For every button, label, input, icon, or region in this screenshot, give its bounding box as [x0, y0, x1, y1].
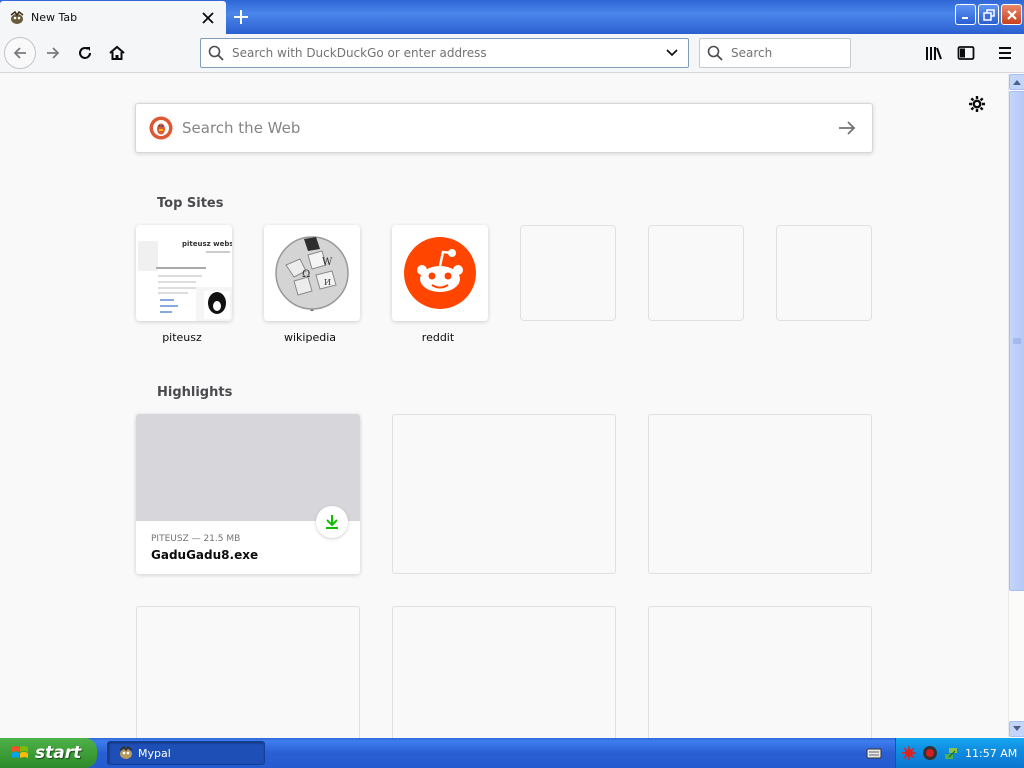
url-bar[interactable]: [200, 38, 689, 68]
vertical-scrollbar[interactable]: [1008, 74, 1024, 738]
svg-text:И: И: [324, 278, 331, 287]
mypal-app-icon: [119, 745, 133, 759]
keyboard-icon[interactable]: [866, 745, 882, 761]
search-icon: [208, 44, 226, 62]
navigation-toolbar: [0, 34, 1024, 73]
scroll-up-arrow-icon[interactable]: [1009, 74, 1024, 90]
top-site-empty-slot[interactable]: [776, 225, 872, 321]
library-icon: [926, 47, 942, 60]
reddit-logo-icon: [392, 225, 488, 321]
highlight-preview: [136, 414, 360, 521]
top-site-piteusz[interactable]: piteusz website: [136, 225, 232, 321]
top-site-label-wikipedia: wikipedia: [283, 331, 336, 344]
top-site-wikipedia[interactable]: Ω W И: [264, 225, 360, 321]
close-icon: [1006, 9, 1017, 20]
reload-icon: [79, 47, 91, 59]
url-dropdown-chevron-icon[interactable]: [660, 41, 684, 65]
back-arrow-icon: [13, 47, 26, 59]
piteusz-thumbnail: piteusz website: [136, 225, 232, 321]
settings-gear-icon[interactable]: [966, 93, 988, 115]
new-tab-button[interactable]: [228, 5, 254, 29]
grip-icon: [1013, 338, 1021, 344]
plus-icon: [234, 10, 248, 24]
mypal-favicon-icon: [9, 10, 25, 26]
highlight-empty-card: [392, 606, 616, 738]
scroll-down-arrow-icon[interactable]: [1009, 721, 1024, 737]
tab-close-icon[interactable]: [200, 10, 216, 26]
home-icon: [109, 45, 125, 60]
start-button[interactable]: start: [0, 738, 97, 768]
virus-alert-icon[interactable]: [901, 745, 917, 761]
minimize-icon: [961, 16, 968, 19]
search-icon: [707, 44, 725, 62]
top-site-reddit[interactable]: [392, 225, 488, 321]
piteusz-thumb-title: piteusz website: [182, 240, 232, 248]
search-input[interactable]: [731, 46, 841, 60]
taskbar-item-label: Mypal: [138, 746, 171, 760]
reload-button[interactable]: [70, 38, 100, 68]
forward-arrow-icon: [47, 47, 60, 59]
menu-button[interactable]: [991, 39, 1019, 67]
highlight-card-download[interactable]: PITEUSZ — 21.5 MB GaduGadu8.exe: [136, 414, 360, 574]
url-input[interactable]: [232, 46, 660, 60]
restore-icon: [982, 8, 995, 21]
tab-title: New Tab: [31, 11, 78, 24]
web-search-box[interactable]: [135, 103, 873, 153]
duckduckgo-logo-icon: [149, 116, 173, 140]
highlight-filename: GaduGadu8.exe: [151, 548, 259, 562]
svg-text:Ω: Ω: [302, 269, 310, 280]
wikipedia-globe-icon: Ω W И: [264, 225, 360, 321]
antivirus-shield-icon[interactable]: [922, 745, 938, 761]
windows-flag-icon: [12, 746, 28, 758]
clock: 11:57 AM: [965, 746, 1018, 760]
network-icon[interactable]: [943, 745, 959, 761]
new-tab-page: Top Sites piteusz website piteusz: [0, 74, 1008, 738]
search-bar[interactable]: [699, 38, 851, 68]
web-search-input[interactable]: [182, 119, 832, 137]
highlight-meta: PITEUSZ — 21.5 MB: [151, 534, 241, 544]
close-window-button[interactable]: [1001, 4, 1022, 25]
restore-button[interactable]: [978, 4, 999, 25]
home-button[interactable]: [102, 38, 132, 68]
start-label: start: [35, 743, 82, 763]
highlights-heading: Highlights: [157, 385, 233, 400]
svg-text:W: W: [322, 257, 333, 268]
top-site-label-piteusz: piteusz: [162, 331, 202, 344]
highlight-empty-card: [136, 606, 360, 738]
back-button[interactable]: [4, 37, 36, 69]
sidebar-icon: [957, 46, 975, 60]
download-icon: [316, 506, 348, 538]
tab-new-tab[interactable]: New Tab: [0, 1, 226, 34]
title-bar: New Tab: [0, 0, 1024, 34]
highlight-empty-card: [392, 414, 616, 574]
top-site-empty-slot[interactable]: [520, 225, 616, 321]
forward-button[interactable]: [38, 38, 68, 68]
top-site-empty-slot[interactable]: [648, 225, 744, 321]
top-sites-heading: Top Sites: [157, 196, 224, 211]
hamburger-menu-icon: [999, 47, 1011, 59]
system-tray: 11:57 AM: [895, 738, 1024, 768]
top-site-label-reddit: reddit: [421, 331, 455, 344]
highlight-empty-card: [648, 414, 872, 574]
sidebar-button[interactable]: [952, 39, 980, 67]
library-button[interactable]: [920, 39, 948, 67]
taskbar-item-mypal[interactable]: Mypal: [107, 741, 265, 765]
minimize-button[interactable]: [955, 4, 976, 25]
search-arrow-icon[interactable]: [832, 113, 862, 143]
highlight-empty-card: [648, 606, 872, 738]
windows-taskbar: start Mypal 11:57 AM: [0, 738, 1024, 768]
scroll-thumb[interactable]: [1009, 91, 1024, 591]
